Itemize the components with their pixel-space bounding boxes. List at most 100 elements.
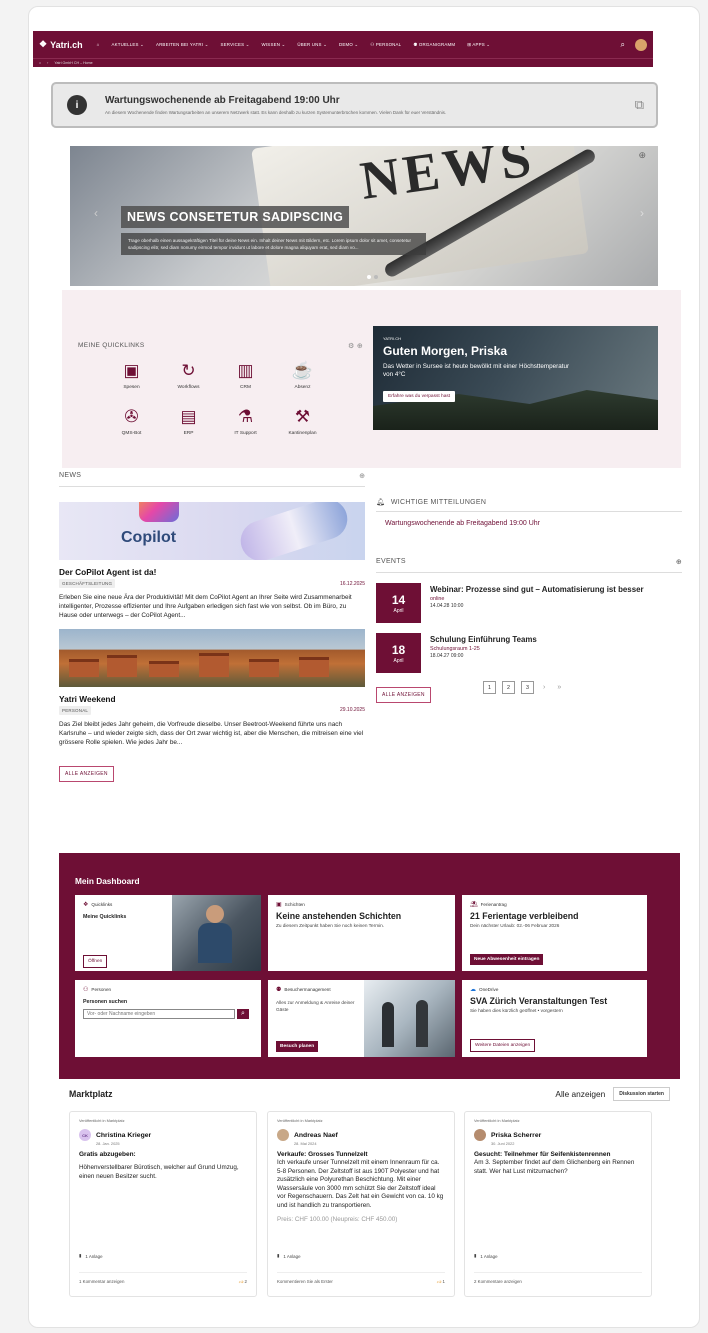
cloud-icon: ☁ — [470, 987, 476, 993]
quicklink-spesen[interactable]: ▣ Spesen — [103, 360, 160, 402]
pin-icon[interactable]: ⊕ — [638, 150, 646, 161]
news-article-title[interactable]: Der CoPilot Agent ist da! — [59, 567, 365, 577]
nav-item-personal[interactable]: ⚇ PERSONAL — [370, 42, 401, 48]
more-files-button[interactable]: Weitere Dateien anzeigen — [470, 1039, 536, 1052]
greeting-title: Guten Morgen, Priska — [383, 344, 508, 358]
dashboard: Mein Dashboard ❖ Quicklinks Meine Quickli… — [59, 853, 680, 1079]
carousel-dot[interactable] — [367, 275, 371, 279]
news-date: 29.10.2025 — [339, 707, 365, 714]
author-name[interactable]: Priska Scherrer — [491, 1132, 541, 1139]
search-icon[interactable]: ⌕ — [237, 1009, 249, 1019]
onedrive-text: Sie haben dies kürzlich geöffnet • vorge… — [470, 1008, 563, 1013]
main-nav: ⌂ AKTUELLES ⌄ ARBEITEN BEI YATRI ⌄ SERVI… — [97, 42, 491, 48]
copilot-image[interactable]: Copilot — [59, 502, 365, 560]
quicklink-kantinenplan[interactable]: ⚒ Kantinenplan — [274, 406, 331, 448]
shifts-text: Zu diesem Zeitpunkt haben Sie noch keine… — [276, 923, 385, 928]
carousel-title[interactable]: NEWS CONSETETUR SADIPSCING — [121, 206, 350, 228]
external-link-icon[interactable]: ⧉ — [635, 97, 644, 113]
page-button[interactable]: 2 — [502, 681, 515, 694]
event-item[interactable]: 18 April Schulung Einführung Teams Schulu… — [376, 633, 682, 673]
marketplace-title: Marktplatz — [69, 1089, 113, 1099]
comments-link[interactable]: Kommentieren Sie als Erster — [277, 1279, 333, 1285]
author-name[interactable]: Christina Krieger — [96, 1132, 151, 1139]
market-post[interactable]: Veröffentlicht in Marktplatz Priska Sche… — [464, 1111, 652, 1297]
workflow-icon: ↻ — [181, 361, 196, 380]
search-icon[interactable]: ⌕ — [621, 40, 625, 50]
news-show-all-button[interactable]: ALLE ANZEIGEN — [59, 766, 114, 783]
onedrive-title[interactable]: SVA Zürich Veranstaltungen Test — [470, 996, 639, 1006]
logo-icon: ❖ — [39, 39, 48, 49]
nav-item-organigramm[interactable]: ⚉ ORGANIGRAMM — [413, 42, 455, 48]
shifts-card: ▣ Schichten Keine anstehenden Schichten Z… — [268, 895, 455, 971]
nav-item-services[interactable]: SERVICES ⌄ — [221, 42, 250, 48]
nav-item-aktuelles[interactable]: AKTUELLES ⌄ — [111, 42, 143, 48]
event-title[interactable]: Webinar: Prozesse sind gut – Automatisie… — [430, 585, 644, 594]
plan-visit-button[interactable]: Besuch planen — [276, 1041, 319, 1052]
author-name[interactable]: Andreas Naef — [294, 1132, 338, 1139]
quicklink-qms-bot[interactable]: ✇ QMS-Bot — [103, 406, 160, 448]
pin-icon[interactable]: ⊕ — [357, 343, 363, 350]
start-discussion-button[interactable]: Diskussion starten — [613, 1087, 670, 1101]
quicklink-workflows[interactable]: ↻ Workflows — [160, 360, 217, 402]
market-post[interactable]: Veröffentlicht in Marktplatz Andreas Nae… — [267, 1111, 455, 1297]
vacation-text: Dein nächster Urlaub: 02.-06 Februar 202… — [470, 923, 560, 928]
events-show-all-button[interactable]: ALLE ANZEIGEN — [376, 687, 431, 703]
announcements-header: WICHTIGE MITTEILUNGEN — [390, 498, 487, 506]
user-avatar[interactable] — [635, 38, 647, 51]
page-button[interactable]: 3 — [521, 681, 534, 694]
last-page-icon[interactable]: » — [557, 684, 561, 691]
vacation-title: 21 Ferientage verbleibend — [470, 911, 579, 921]
greeting-card: YATRI.CH Guten Morgen, Priska Das Wetter… — [373, 326, 658, 430]
avatar — [474, 1129, 486, 1141]
nav-item-demo[interactable]: DEMO ⌄ — [339, 42, 358, 48]
nav-item-apps[interactable]: ⊞ APPS ⌄ — [467, 42, 490, 48]
event-date-box: 18 April — [376, 633, 421, 673]
event-item[interactable]: 14 April Webinar: Prozesse sind gut – Aut… — [376, 583, 682, 623]
like-button[interactable]: 👍︎ 1 — [437, 1279, 445, 1285]
news-carousel[interactable]: NEWS ‹ › ⊕ NEWS CONSETETUR SADIPSCING Tr… — [70, 146, 658, 286]
event-date-box: 14 April — [376, 583, 421, 623]
quicklink-crm[interactable]: ▥ CRM — [217, 360, 274, 402]
missed-updates-button[interactable]: Erfahre was du verpasst hast — [383, 391, 456, 402]
settings-icon[interactable]: ⚙ — [348, 343, 355, 350]
carousel-dots — [367, 275, 378, 279]
nav-item-arbeiten[interactable]: ARBEITEN BEI YATRI ⌄ — [156, 42, 209, 48]
news-article-title[interactable]: Yatri Weekend — [59, 694, 365, 704]
people-search-input[interactable] — [83, 1009, 235, 1019]
page-button[interactable]: 1 — [483, 681, 496, 694]
show-all-link[interactable]: Alle anzeigen — [555, 1089, 605, 1099]
quicklink-it-support[interactable]: ⚗ IT Support — [217, 406, 274, 448]
comments-link[interactable]: 1 Kommentar anzeigen — [79, 1279, 124, 1285]
breadcrumb-separator: › — [47, 61, 49, 65]
post-price: Preis: CHF 100.00 (Neupreis: CHF 450.00) — [277, 1216, 398, 1223]
weekend-image[interactable] — [59, 628, 365, 687]
pin-icon[interactable]: ⊕ — [359, 472, 365, 480]
office-photo — [172, 895, 261, 971]
shifts-title: Keine anstehenden Schichten — [276, 911, 402, 921]
carousel-prev-icon[interactable]: ‹ — [94, 206, 98, 220]
announcement-link[interactable]: Wartungswochenende ab Freitagabend 19:00… — [385, 520, 682, 527]
handshake-photo — [364, 980, 455, 1057]
nav-item-wissen[interactable]: WISSEN ⌄ — [262, 42, 286, 48]
carousel-dot[interactable] — [374, 275, 378, 279]
event-location: online — [430, 596, 445, 602]
market-post[interactable]: Veröffentlicht in Marktplatz CK Christina… — [69, 1111, 257, 1297]
next-page-icon[interactable]: › — [543, 684, 545, 691]
brand-logo[interactable]: ❖ Yatri.ch — [39, 39, 83, 50]
pin-icon[interactable]: ⊕ — [676, 558, 682, 566]
home-icon[interactable]: ⌂ — [39, 61, 41, 65]
marketplace: Marktplatz Alle anzeigen Diskussion star… — [59, 1083, 680, 1313]
comments-link[interactable]: 2 Kommentare anzeigen — [474, 1279, 522, 1284]
new-absence-button[interactable]: Neue Abwesenheit eintragen — [470, 954, 544, 965]
breadcrumb-current[interactable]: Yatri GmbH CH – Home — [54, 61, 92, 65]
event-title[interactable]: Schulung Einführung Teams — [430, 635, 537, 644]
quicklink-erp[interactable]: ▤ ERP — [160, 406, 217, 448]
quicklink-absenz[interactable]: ☕ Absenz — [274, 360, 331, 402]
onedrive-card: ☁ OneDrive SVA Zürich Veranstaltungen Tes… — [462, 980, 647, 1057]
carousel-next-icon[interactable]: › — [640, 206, 644, 220]
home-icon[interactable]: ⌂ — [97, 42, 100, 47]
crm-icon: ▥ — [237, 361, 254, 380]
nav-item-ueber-uns[interactable]: ÜBER UNS ⌄ — [297, 42, 327, 48]
open-quicklinks-button[interactable]: Öffnen — [83, 955, 108, 968]
like-button[interactable]: 👍︎ 2 — [239, 1279, 247, 1285]
